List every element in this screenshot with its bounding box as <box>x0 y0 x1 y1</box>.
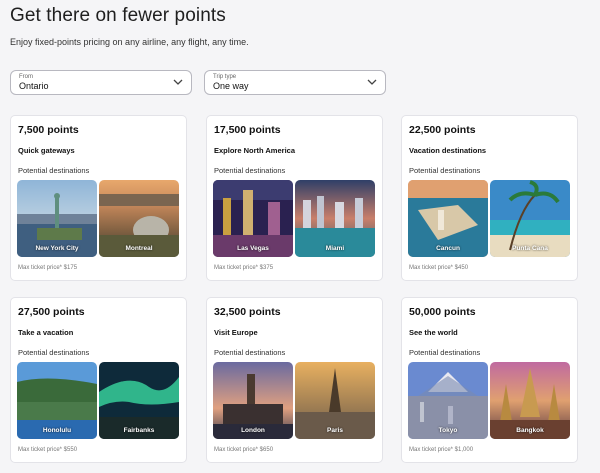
tier-name: Visit Europe <box>214 328 258 337</box>
destination-image-paris[interactable]: Paris <box>295 362 375 439</box>
destination-image-punta-cana[interactable]: Punta Cana <box>490 180 570 257</box>
max-ticket-price: Max ticket price* $450 <box>409 265 469 271</box>
points-tier-card[interactable]: 32,500 points Visit Europe Potential des… <box>206 297 383 463</box>
from-select[interactable]: From Ontario <box>10 70 192 95</box>
chevron-down-icon <box>173 79 183 85</box>
max-ticket-price: Max ticket price* $550 <box>18 447 78 453</box>
destination-name: Paris <box>327 427 343 434</box>
points-tier-card[interactable]: 17,500 points Explore North America Pote… <box>206 115 383 281</box>
tier-name: Quick gateways <box>18 146 75 155</box>
trip-type-select[interactable]: Trip type One way <box>204 70 386 95</box>
points-tier-card[interactable]: 7,500 points Quick gateways Potential de… <box>10 115 187 281</box>
destination-name: Bangkok <box>516 427 544 434</box>
tier-name: Vacation destinations <box>409 146 487 155</box>
tier-name: Take a vacation <box>18 328 74 337</box>
destination-image-miami[interactable]: Miami <box>295 180 375 257</box>
potential-destinations-label: Potential destinations <box>18 166 90 175</box>
max-ticket-price: Max ticket price* $1,000 <box>409 447 474 453</box>
destination-name: Montreal <box>125 245 153 252</box>
potential-destinations-label: Potential destinations <box>214 348 286 357</box>
points-tier-card[interactable]: 27,500 points Take a vacation Potential … <box>10 297 187 463</box>
page-title: Get there on fewer points <box>10 5 226 26</box>
points-amount: 32,500 points <box>214 306 281 318</box>
potential-destinations-label: Potential destinations <box>409 166 481 175</box>
potential-destinations-label: Potential destinations <box>214 166 286 175</box>
max-ticket-price: Max ticket price* $375 <box>214 265 274 271</box>
destination-image-honolulu[interactable]: Honolulu <box>17 362 97 439</box>
page-subtitle: Enjoy fixed-points pricing on any airlin… <box>10 37 249 47</box>
points-amount: 7,500 points <box>18 124 79 136</box>
potential-destinations-label: Potential destinations <box>409 348 481 357</box>
destination-image-las-vegas[interactable]: Las Vegas <box>213 180 293 257</box>
destination-name: Punta Cana <box>512 245 548 252</box>
destination-image-montreal[interactable]: Montreal <box>99 180 179 257</box>
points-amount: 17,500 points <box>214 124 281 136</box>
max-ticket-price: Max ticket price* $650 <box>214 447 274 453</box>
chevron-down-icon <box>367 79 377 85</box>
from-label: From <box>19 74 33 80</box>
tier-name: Explore North America <box>214 146 295 155</box>
destination-image-bangkok[interactable]: Bangkok <box>490 362 570 439</box>
points-tier-card[interactable]: 50,000 points See the world Potential de… <box>401 297 578 463</box>
points-amount: 27,500 points <box>18 306 85 318</box>
destination-image-tokyo[interactable]: Tokyo <box>408 362 488 439</box>
destination-name: New York City <box>35 245 79 252</box>
points-amount: 50,000 points <box>409 306 476 318</box>
destination-name: Las Vegas <box>237 245 269 252</box>
from-value: Ontario <box>19 81 49 91</box>
points-tier-card[interactable]: 22,500 points Vacation destinations Pote… <box>401 115 578 281</box>
destination-image-new-york[interactable]: New York City <box>17 180 97 257</box>
trip-type-label: Trip type <box>213 74 237 80</box>
max-ticket-price: Max ticket price* $175 <box>18 265 78 271</box>
trip-type-value: One way <box>213 81 249 91</box>
tier-name: See the world <box>409 328 458 337</box>
potential-destinations-label: Potential destinations <box>18 348 90 357</box>
destination-name: London <box>241 427 265 434</box>
destination-name: Tokyo <box>438 427 458 434</box>
destination-name: Cancun <box>436 245 460 252</box>
destination-image-london[interactable]: London <box>213 362 293 439</box>
destination-image-fairbanks[interactable]: Fairbanks <box>99 362 179 439</box>
destination-name: Honolulu <box>42 427 72 434</box>
destination-image-cancun[interactable]: Cancun <box>408 180 488 257</box>
destination-name: Miami <box>325 245 345 252</box>
points-amount: 22,500 points <box>409 124 476 136</box>
destination-name: Fairbanks <box>123 427 155 434</box>
page: Get there on fewer points Enjoy fixed-po… <box>0 0 600 473</box>
